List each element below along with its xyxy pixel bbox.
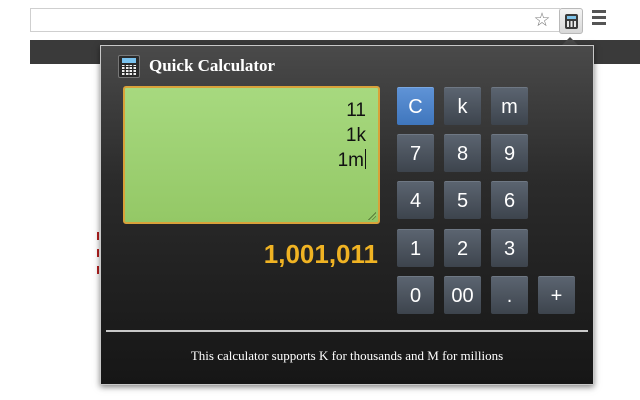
popup-title: Quick Calculator xyxy=(149,56,276,75)
key-3[interactable]: 3 xyxy=(491,229,528,267)
extension-button[interactable] xyxy=(559,8,583,34)
calculator-icon xyxy=(118,55,140,78)
calculator-icon xyxy=(565,14,578,29)
hamburger-menu-icon[interactable] xyxy=(592,10,606,28)
key-plus[interactable]: + xyxy=(538,276,575,314)
divider xyxy=(106,330,588,332)
resize-grip[interactable] xyxy=(368,212,376,220)
key-thousand[interactable]: k xyxy=(444,87,481,125)
key-6[interactable]: 6 xyxy=(491,181,528,219)
result-value: 1,001,011 xyxy=(263,239,378,269)
star-outline-icon[interactable]: ☆ xyxy=(532,9,552,31)
text-caret xyxy=(365,149,366,169)
input-line: 11 xyxy=(346,100,366,121)
input-line: 1k xyxy=(345,125,366,146)
omnibox[interactable] xyxy=(30,8,560,32)
input-line: 1m xyxy=(337,149,366,171)
key-2[interactable]: 2 xyxy=(444,229,481,267)
key-million[interactable]: m xyxy=(491,87,528,125)
key-7[interactable]: 7 xyxy=(397,134,434,172)
key-double-zero[interactable]: 00 xyxy=(444,276,481,314)
key-4[interactable]: 4 xyxy=(397,181,434,219)
key-0[interactable]: 0 xyxy=(397,276,434,314)
quick-calculator-popup: Quick Calculator 11 1k 1m 1,001,011 C k … xyxy=(100,45,594,385)
key-9[interactable]: 9 xyxy=(491,134,528,172)
key-8[interactable]: 8 xyxy=(444,134,481,172)
key-1[interactable]: 1 xyxy=(397,229,434,267)
key-clear[interactable]: C xyxy=(397,87,434,125)
help-text: This calculator supports K for thousands… xyxy=(190,348,504,363)
key-decimal[interactable]: . xyxy=(491,276,528,314)
expression-input[interactable]: 11 1k 1m xyxy=(123,86,380,224)
key-5[interactable]: 5 xyxy=(444,181,481,219)
